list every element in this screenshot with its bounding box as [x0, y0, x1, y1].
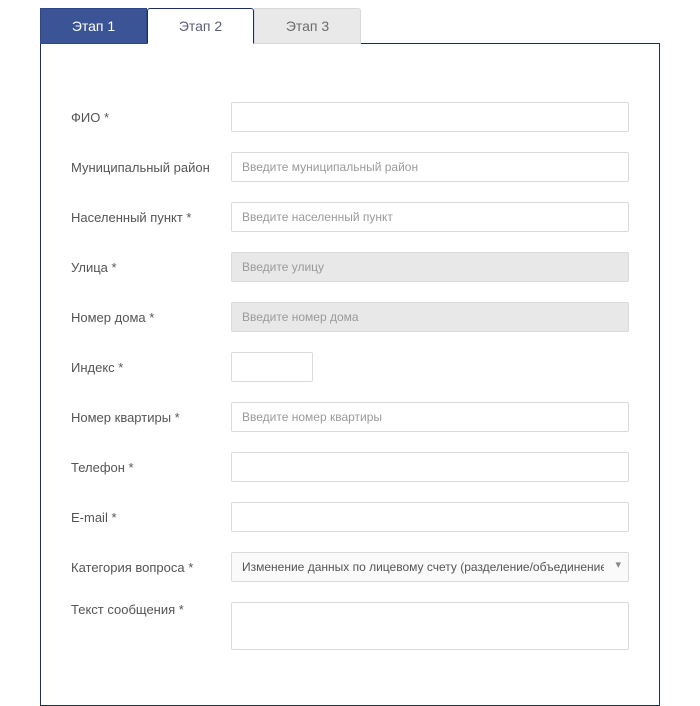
tab-stage-1[interactable]: Этап 1	[40, 8, 147, 44]
label-message: Текст сообщения *	[71, 602, 231, 617]
label-fio: ФИО *	[71, 110, 231, 125]
input-street[interactable]	[231, 252, 629, 282]
input-flat[interactable]	[231, 402, 629, 432]
label-flat: Номер квартиры *	[71, 410, 231, 425]
input-settlement[interactable]	[231, 202, 629, 232]
label-index: Индекс *	[71, 360, 231, 375]
input-district[interactable]	[231, 152, 629, 182]
input-index[interactable]	[231, 352, 313, 382]
label-settlement: Населенный пункт *	[71, 210, 231, 225]
label-house: Номер дома *	[71, 310, 231, 325]
label-category: Категория вопроса *	[71, 560, 231, 575]
tab-stage-3[interactable]: Этап 3	[254, 8, 361, 44]
select-category[interactable]: Изменение данных по лицевому счету (разд…	[231, 552, 629, 582]
label-phone: Телефон *	[71, 460, 231, 475]
label-district: Муниципальный район	[71, 160, 231, 175]
input-phone[interactable]	[231, 452, 629, 482]
label-email: E-mail *	[71, 510, 231, 525]
input-fio[interactable]	[231, 102, 629, 132]
input-email[interactable]	[231, 502, 629, 532]
textarea-message[interactable]	[231, 602, 629, 650]
form-panel: ФИО * Муниципальный район Населенный пун…	[40, 43, 660, 706]
label-street: Улица *	[71, 260, 231, 275]
tabs-bar: Этап 1 Этап 2 Этап 3	[40, 8, 660, 44]
input-house[interactable]	[231, 302, 629, 332]
tab-stage-2[interactable]: Этап 2	[147, 8, 254, 44]
